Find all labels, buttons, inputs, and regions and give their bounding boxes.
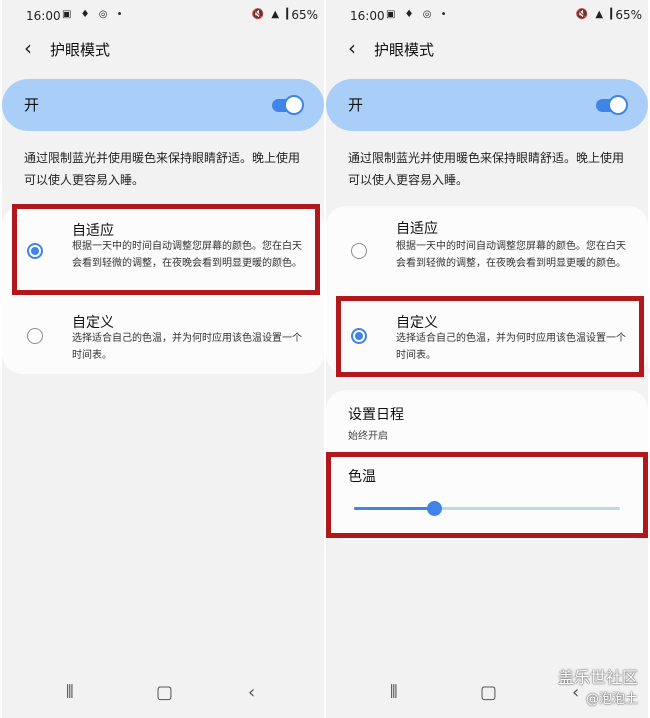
watermark-title: 盖乐世社区	[557, 668, 638, 687]
left-screen: 16:00 ▣ ♦ ◎ • 🔇 ▲ ▎ 65% ‹ 护眼模式 开 通过限制蓝光并…	[2, 0, 324, 718]
back-arrow-icon[interactable]: ‹	[348, 36, 356, 60]
option-adaptive[interactable]: 自适应 根据一天中的时间自动调整您屏幕的颜色。您在白天会看到轻微的调整，在夜晚会…	[2, 206, 324, 298]
master-toggle-card[interactable]: 开	[2, 79, 324, 131]
schedule-row[interactable]: 设置日程 始终开启	[326, 390, 648, 446]
adaptive-title: 自适应	[72, 223, 114, 239]
signal-icons: 🔇 ▲ ▎	[575, 9, 620, 20]
recents-icon[interactable]: ⫴	[390, 682, 398, 703]
switch-knob	[608, 95, 628, 115]
mode-options-card: 自适应 根据一天中的时间自动调整您屏幕的颜色。您在白天会看到轻微的调整，在夜晚会…	[326, 206, 648, 374]
master-toggle-label: 开	[348, 96, 364, 114]
custom-radio[interactable]	[27, 328, 43, 344]
page-title: 护眼模式	[50, 41, 111, 59]
status-time: 16:00	[26, 9, 61, 23]
switch-knob	[284, 95, 304, 115]
battery-level: 65%	[291, 8, 318, 22]
recents-icon[interactable]: ⫴	[66, 682, 74, 703]
adaptive-radio[interactable]	[351, 243, 367, 259]
notification-icons: ▣ ♦ ◎ •	[62, 9, 126, 20]
option-adaptive[interactable]: 自适应 根据一天中的时间自动调整您屏幕的颜色。您在白天会看到轻微的调整，在夜晚会…	[326, 206, 648, 298]
schedule-card: 设置日程 始终开启 色温	[326, 390, 648, 540]
custom-title: 自定义	[396, 315, 438, 331]
status-bar: 16:00 ▣ ♦ ◎ • 🔇 ▲ ▎ 65%	[326, 8, 648, 26]
slider-fill	[354, 507, 434, 510]
master-toggle-label: 开	[24, 96, 40, 114]
battery-level: 65%	[615, 8, 642, 22]
schedule-title: 设置日程	[348, 407, 404, 423]
custom-desc: 选择适合自己的色温，并为何时应用该色温设置一个时间表。	[72, 333, 302, 361]
home-icon[interactable]: ▢	[156, 682, 173, 703]
page-title: 护眼模式	[374, 41, 435, 59]
notification-icons: ▣ ♦ ◎ •	[386, 9, 450, 20]
status-bar: 16:00 ▣ ♦ ◎ • 🔇 ▲ ▎ 65%	[2, 8, 324, 26]
back-arrow-icon[interactable]: ‹	[24, 36, 32, 60]
master-toggle-card[interactable]: 开	[326, 79, 648, 131]
right-screen: 16:00 ▣ ♦ ◎ • 🔇 ▲ ▎ 65% ‹ 护眼模式 开 通过限制蓝光并…	[326, 0, 648, 718]
mode-options-card: 自适应 根据一天中的时间自动调整您屏幕的颜色。您在白天会看到轻微的调整，在夜晚会…	[2, 206, 324, 374]
back-nav-icon[interactable]: ‹	[248, 682, 255, 703]
feature-description: 通过限制蓝光并使用暖色来保持眼睛舒适。晚上使用可以使人更容易入睡。	[348, 151, 625, 187]
home-icon[interactable]: ▢	[480, 682, 497, 703]
nav-bar: ⫴ ▢ ‹	[2, 682, 324, 706]
status-time: 16:00	[350, 9, 385, 23]
schedule-value: 始终开启	[348, 431, 388, 442]
slider-thumb[interactable]	[426, 501, 442, 516]
master-toggle-switch[interactable]	[272, 95, 304, 115]
option-custom[interactable]: 自定义 选择适合自己的色温，并为何时应用该色温设置一个时间表。	[2, 302, 324, 374]
signal-icons: 🔇 ▲ ▎	[251, 9, 296, 20]
color-temp-slider[interactable]	[354, 501, 620, 516]
adaptive-desc: 根据一天中的时间自动调整您屏幕的颜色。您在白天会看到轻微的调整，在夜晚会看到明显…	[72, 241, 302, 269]
app-header: ‹ 护眼模式	[326, 36, 648, 62]
color-temp-title: 色温	[348, 469, 376, 485]
app-header: ‹ 护眼模式	[2, 36, 324, 62]
custom-radio[interactable]	[351, 328, 367, 344]
master-toggle-switch[interactable]	[596, 95, 628, 115]
custom-desc: 选择适合自己的色温，并为何时应用该色温设置一个时间表。	[396, 333, 626, 361]
option-custom[interactable]: 自定义 选择适合自己的色温，并为何时应用该色温设置一个时间表。	[326, 302, 648, 374]
custom-title: 自定义	[72, 315, 114, 331]
feature-description: 通过限制蓝光并使用暖色来保持眼睛舒适。晚上使用可以使人更容易入睡。	[24, 151, 301, 187]
watermark-handle: @泡泡土	[585, 692, 638, 707]
adaptive-desc: 根据一天中的时间自动调整您屏幕的颜色。您在白天会看到轻微的调整，在夜晚会看到明显…	[396, 241, 626, 269]
adaptive-radio[interactable]	[27, 243, 43, 259]
adaptive-title: 自适应	[396, 221, 438, 237]
